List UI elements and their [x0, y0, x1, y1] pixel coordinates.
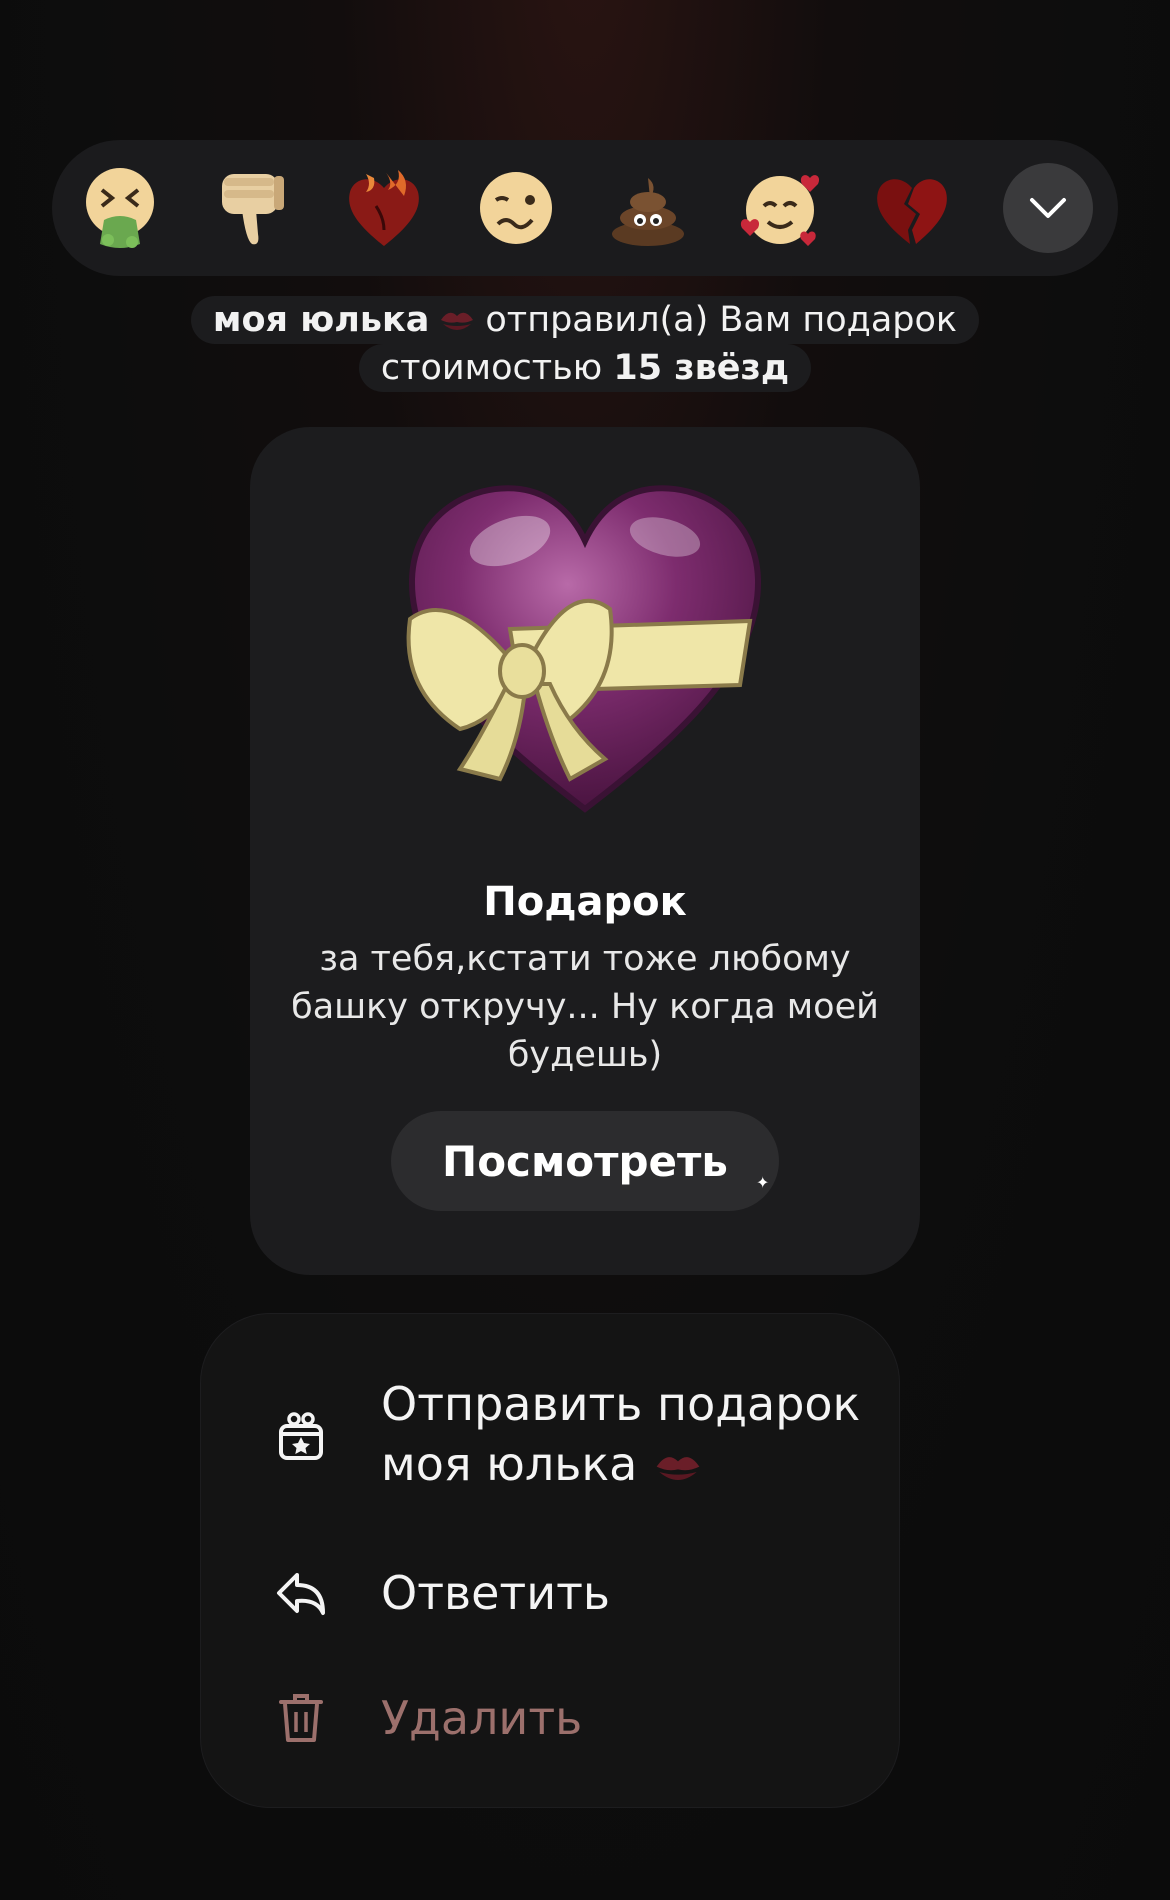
sender-name[interactable]: моя юлька — [213, 300, 429, 340]
delete-label: Удалить — [381, 1691, 583, 1745]
view-gift-label: Посмотреть — [442, 1136, 728, 1186]
gift-title: Подарок — [483, 879, 687, 925]
gift-message: за тебя,кстати тоже любому башку откручу… — [291, 939, 879, 1075]
menu-item-delete[interactable]: Удалить — [201, 1684, 901, 1754]
send-gift-line-2: моя юлька — [381, 1437, 638, 1491]
kiss-mark-icon — [657, 1456, 700, 1480]
cost-prefix: стоимостью — [380, 348, 603, 388]
reaction-thumbs-down[interactable] — [204, 160, 300, 256]
pile-of-poo-icon — [612, 178, 684, 246]
chevron-down-icon — [1030, 198, 1066, 218]
heart-with-ribbon-icon — [406, 485, 762, 813]
gift-service-message: моя юлька отправил(а) Вам подарок стоимос… — [0, 296, 1170, 392]
reply-arrow-icon — [273, 1565, 329, 1621]
send-gift-label: Отправить подарок моя юлька — [381, 1374, 860, 1494]
reaction-heart-on-fire[interactable] — [336, 160, 432, 256]
sparkle-icon: ✦ — [756, 1173, 770, 1192]
service-message-line-2: стоимостью 15 звёзд — [358, 344, 812, 392]
cost-value: 15 звёзд — [613, 348, 790, 388]
kiss-mark-icon — [441, 312, 474, 330]
service-message-line-1: моя юлька отправил(а) Вам подарок — [190, 296, 980, 344]
menu-item-reply[interactable]: Ответить — [201, 1559, 901, 1629]
reaction-vomiting-face[interactable] — [72, 160, 168, 256]
service-action: отправил(а) Вам подарок — [485, 300, 958, 340]
reaction-bar — [52, 140, 1118, 276]
gift-card[interactable]: Подарок за тебя,кстати тоже любому башку… — [250, 427, 920, 1275]
gift-icon — [273, 1408, 329, 1464]
reaction-broken-heart[interactable] — [864, 160, 960, 256]
vomiting-face-icon — [86, 168, 154, 248]
broken-heart-icon — [877, 179, 947, 244]
thumbs-down-icon — [222, 174, 284, 245]
reaction-woozy-face[interactable] — [468, 160, 564, 256]
smiling-face-with-hearts-icon — [740, 175, 820, 246]
menu-item-send-gift[interactable]: Отправить подарок моя юлька — [201, 1374, 901, 1494]
woozy-face-icon — [480, 172, 552, 244]
reaction-smiling-face-with-hearts[interactable] — [732, 160, 828, 256]
reply-label: Ответить — [381, 1566, 611, 1620]
more-reactions-button[interactable] — [1003, 163, 1093, 253]
view-gift-button[interactable]: Посмотреть ✦ — [391, 1111, 779, 1211]
context-menu: Отправить подарок моя юлька Ответить Уда… — [200, 1313, 900, 1808]
heart-on-fire-icon — [349, 170, 419, 246]
reaction-pile-of-poo[interactable] — [600, 160, 696, 256]
trash-icon — [273, 1690, 329, 1746]
send-gift-line-1: Отправить подарок — [381, 1377, 861, 1431]
